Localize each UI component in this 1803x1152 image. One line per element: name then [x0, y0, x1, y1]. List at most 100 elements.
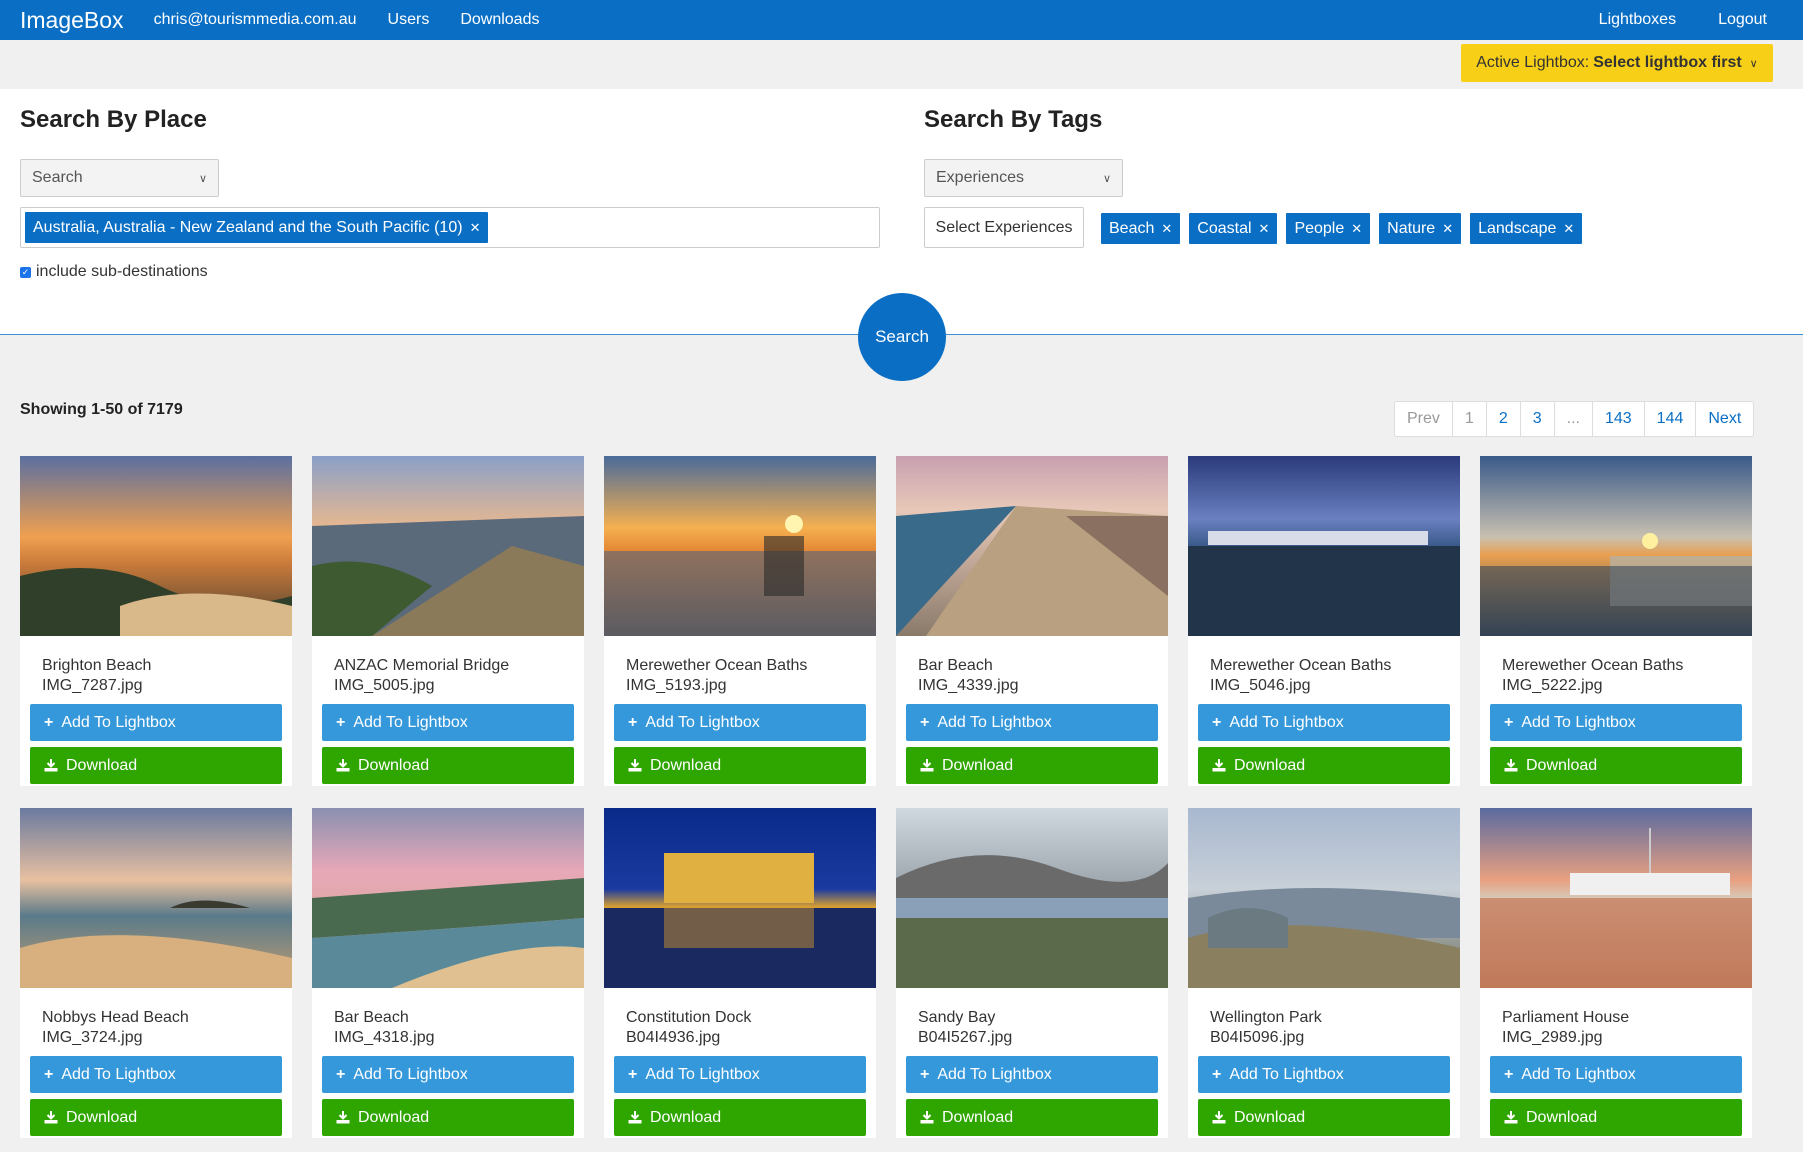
image-thumbnail[interactable]	[1188, 808, 1460, 988]
add-to-lightbox-button[interactable]: + Add To Lightbox	[30, 1056, 282, 1093]
place-select-value: Search	[32, 169, 83, 186]
image-thumbnail[interactable]	[604, 456, 876, 636]
experience-tag[interactable]: Beach ✕	[1101, 213, 1181, 244]
add-to-lightbox-button[interactable]: + Add To Lightbox	[1198, 1056, 1450, 1093]
select-experiences-button[interactable]: Select Experiences	[924, 207, 1084, 248]
page-2[interactable]: 2	[1485, 402, 1520, 436]
remove-tag-icon[interactable]: ✕	[1442, 221, 1453, 237]
image-title: Bar Beach	[918, 657, 993, 674]
add-to-lightbox-button[interactable]: + Add To Lightbox	[906, 704, 1158, 741]
search-by-tags-title: Search By Tags	[924, 106, 1103, 133]
page-143[interactable]: 143	[1591, 402, 1644, 436]
add-to-lightbox-label: Add To Lightbox	[61, 713, 176, 731]
image-thumbnail[interactable]	[1480, 456, 1752, 636]
image-card: Nobbys Head Beach IMG_3724.jpg + Add To Lig…	[20, 808, 292, 1138]
nav-downloads[interactable]: Downloads	[460, 11, 539, 29]
download-button[interactable]: Download	[30, 747, 282, 784]
tag-label: People	[1294, 219, 1345, 237]
image-thumbnail[interactable]	[604, 808, 876, 988]
download-button[interactable]: Download	[906, 747, 1158, 784]
download-label: Download	[66, 756, 138, 774]
plus-icon: +	[920, 1065, 930, 1083]
active-lightbox-label: Active Lightbox:	[1476, 54, 1590, 71]
image-thumbnail[interactable]	[20, 456, 292, 636]
image-title: Constitution Dock	[626, 1009, 752, 1026]
add-to-lightbox-button[interactable]: + Add To Lightbox	[1490, 704, 1742, 741]
plus-icon: +	[628, 713, 638, 731]
place-search-select[interactable]: Search ∨	[20, 159, 219, 197]
include-sub-label: include sub-destinations	[36, 263, 208, 280]
image-thumbnail[interactable]	[896, 808, 1168, 988]
remove-tag-icon[interactable]: ✕	[470, 220, 481, 236]
remove-tag-icon[interactable]: ✕	[1259, 221, 1270, 237]
download-button[interactable]: Download	[322, 747, 574, 784]
remove-tag-icon[interactable]: ✕	[1351, 221, 1362, 237]
add-to-lightbox-button[interactable]: + Add To Lightbox	[30, 704, 282, 741]
download-button[interactable]: Download	[1490, 1099, 1742, 1136]
image-thumbnail[interactable]	[1480, 808, 1752, 988]
image-thumbnail[interactable]	[20, 808, 292, 988]
experience-tag[interactable]: Coastal ✕	[1189, 213, 1278, 244]
experience-tag[interactable]: Nature ✕	[1379, 213, 1462, 244]
image-filename: IMG_2989.jpg	[1502, 1029, 1603, 1046]
add-to-lightbox-button[interactable]: + Add To Lightbox	[322, 704, 574, 741]
plus-icon: +	[1504, 1065, 1514, 1083]
experience-tag[interactable]: Landscape ✕	[1470, 213, 1583, 244]
search-button[interactable]: Search	[858, 293, 946, 381]
image-filename: IMG_7287.jpg	[42, 677, 143, 694]
nav-users[interactable]: Users	[388, 11, 430, 29]
active-lightbox-dropdown[interactable]: Active Lightbox: Select lightbox first ∨	[1461, 44, 1773, 82]
image-thumbnail[interactable]	[312, 456, 584, 636]
image-card: Bar Beach IMG_4339.jpg + Add To Lightbox Dow…	[896, 456, 1168, 786]
place-tag[interactable]: Australia, Australia - New Zealand and t…	[25, 212, 489, 243]
image-filename: IMG_4318.jpg	[334, 1029, 435, 1046]
download-button[interactable]: Download	[906, 1099, 1158, 1136]
download-button[interactable]: Download	[614, 1099, 866, 1136]
image-card: Brighton Beach IMG_7287.jpg + Add To Lightb…	[20, 456, 292, 786]
remove-tag-icon[interactable]: ✕	[1563, 221, 1574, 237]
image-title: Parliament House	[1502, 1009, 1630, 1026]
remove-tag-icon[interactable]: ✕	[1161, 221, 1172, 237]
download-button[interactable]: Download	[322, 1099, 574, 1136]
download-button[interactable]: Download	[1198, 1099, 1450, 1136]
experiences-select[interactable]: Experiences ∨	[924, 159, 1123, 197]
add-to-lightbox-button[interactable]: + Add To Lightbox	[322, 1056, 574, 1093]
brand-logo[interactable]: ImageBox	[20, 7, 124, 34]
download-button[interactable]: Download	[1490, 747, 1742, 784]
download-icon	[1504, 1111, 1518, 1124]
plus-icon: +	[1212, 713, 1222, 731]
add-to-lightbox-button[interactable]: + Add To Lightbox	[614, 704, 866, 741]
download-button[interactable]: Download	[614, 747, 866, 784]
image-thumbnail[interactable]	[1188, 456, 1460, 636]
add-to-lightbox-button[interactable]: + Add To Lightbox	[1198, 704, 1450, 741]
add-to-lightbox-button[interactable]: + Add To Lightbox	[906, 1056, 1158, 1093]
page-144[interactable]: 144	[1643, 402, 1696, 436]
image-thumbnail[interactable]	[896, 456, 1168, 636]
nav-user-email[interactable]: chris@tourismmedia.com.au	[154, 11, 357, 29]
page-next[interactable]: Next	[1695, 402, 1753, 436]
add-to-lightbox-label: Add To Lightbox	[1521, 713, 1636, 731]
nav-lightboxes[interactable]: Lightboxes	[1599, 11, 1676, 29]
nav-logout[interactable]: Logout	[1718, 11, 1767, 29]
experience-tag[interactable]: People ✕	[1286, 213, 1371, 244]
plus-icon: +	[336, 713, 346, 731]
image-filename: B04I4936.jpg	[626, 1029, 721, 1046]
include-sub-destinations[interactable]: ✓ include sub-destinations	[20, 263, 208, 281]
plus-icon: +	[1504, 713, 1514, 731]
download-label: Download	[1526, 1108, 1598, 1126]
add-to-lightbox-button[interactable]: + Add To Lightbox	[1490, 1056, 1742, 1093]
include-sub-checkbox[interactable]: ✓	[20, 266, 31, 278]
page-1[interactable]: 1	[1451, 402, 1486, 436]
add-to-lightbox-label: Add To Lightbox	[937, 1065, 1052, 1083]
download-button[interactable]: Download	[1198, 747, 1450, 784]
download-label: Download	[1234, 1108, 1306, 1126]
top-navbar: ImageBox chris@tourismmedia.com.au Users…	[0, 0, 1803, 40]
place-selected-field[interactable]: Australia, Australia - New Zealand and t…	[20, 207, 880, 248]
add-to-lightbox-button[interactable]: + Add To Lightbox	[614, 1056, 866, 1093]
tag-label: Coastal	[1197, 219, 1252, 237]
image-card: ANZAC Memorial Bridge IMG_5005.jpg + Add To…	[312, 456, 584, 786]
download-button[interactable]: Download	[30, 1099, 282, 1136]
image-thumbnail[interactable]	[312, 808, 584, 988]
page-3[interactable]: 3	[1519, 402, 1554, 436]
page-prev[interactable]: Prev	[1395, 402, 1452, 436]
